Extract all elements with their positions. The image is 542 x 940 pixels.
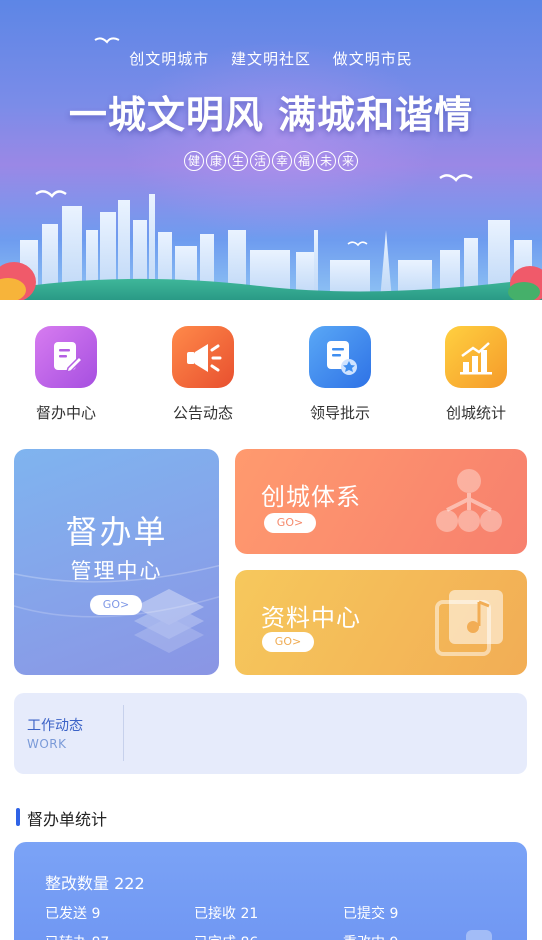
nav-item-supervision-center[interactable]: 督办中心 [16,326,116,423]
app-page: 创文明城市 建文明社区 做文明市民 一城文明风 满城和谐情 健康生活幸福未来 督… [0,0,542,940]
edit-document-icon [35,326,97,388]
bar-chart-icon [445,326,507,388]
stat-item: 已提交 9 [343,906,399,922]
stats-total: 整改数量 222 [45,874,145,893]
nav-item-announcements[interactable]: 公告动态 [153,326,253,423]
stat-item: 已接收 21 [194,906,259,922]
divider [123,705,124,761]
nav-label: 领导批示 [309,404,370,422]
megaphone-icon [172,326,234,388]
section-title: 督办单统计 [27,810,108,829]
quick-nav: 督办中心 公告动态 领导批示 创城统计 [0,326,542,426]
supervision-stats-card[interactable]: 整改数量 222 已发送 9 已接收 21 已提交 9 已转办 87 已完成 8… [14,842,527,940]
nav-label: 公告动态 [172,404,233,422]
nav-label: 督办中心 [35,404,96,422]
work-subtitle: WORK [27,737,67,751]
city-skyline-illustration [0,194,542,300]
work-dynamic-bar[interactable]: 工作动态 WORK [14,693,527,774]
go-button[interactable]: GO> [264,513,316,533]
stat-item: 重改中 9 [343,932,398,940]
card-title: 督办单 [65,513,168,551]
nav-item-leader-instructions[interactable]: 领导批示 [290,326,390,423]
supervision-management-card[interactable]: 督办单 管理中心 GO> [14,449,219,675]
card-title: 创城体系 [261,483,361,511]
go-button[interactable]: GO> [262,632,314,652]
nav-item-city-statistics[interactable]: 创城统计 [426,326,526,423]
nav-label: 创城统计 [445,404,506,422]
document-star-icon [309,326,371,388]
card-title: 资料中心 [261,604,361,632]
hierarchy-icon [436,469,502,532]
section-marker [16,808,20,826]
stats-more-button[interactable] [466,930,492,940]
work-title: 工作动态 [27,718,83,734]
data-center-card[interactable]: 资料中心 GO> [235,570,527,675]
card-subtitle: 管理中心 [70,559,163,583]
city-system-card[interactable]: 创城体系 GO> [235,449,527,554]
stat-item: 已发送 9 [45,906,101,922]
music-folder-icon [435,590,503,656]
stat-item: 已完成 86 [194,932,258,940]
hero-banner[interactable]: 创文明城市 建文明社区 做文明市民 一城文明风 满城和谐情 健康生活幸福未来 [0,0,542,300]
stat-item: 已转办 87 [45,932,109,940]
go-button[interactable]: GO> [90,595,142,615]
